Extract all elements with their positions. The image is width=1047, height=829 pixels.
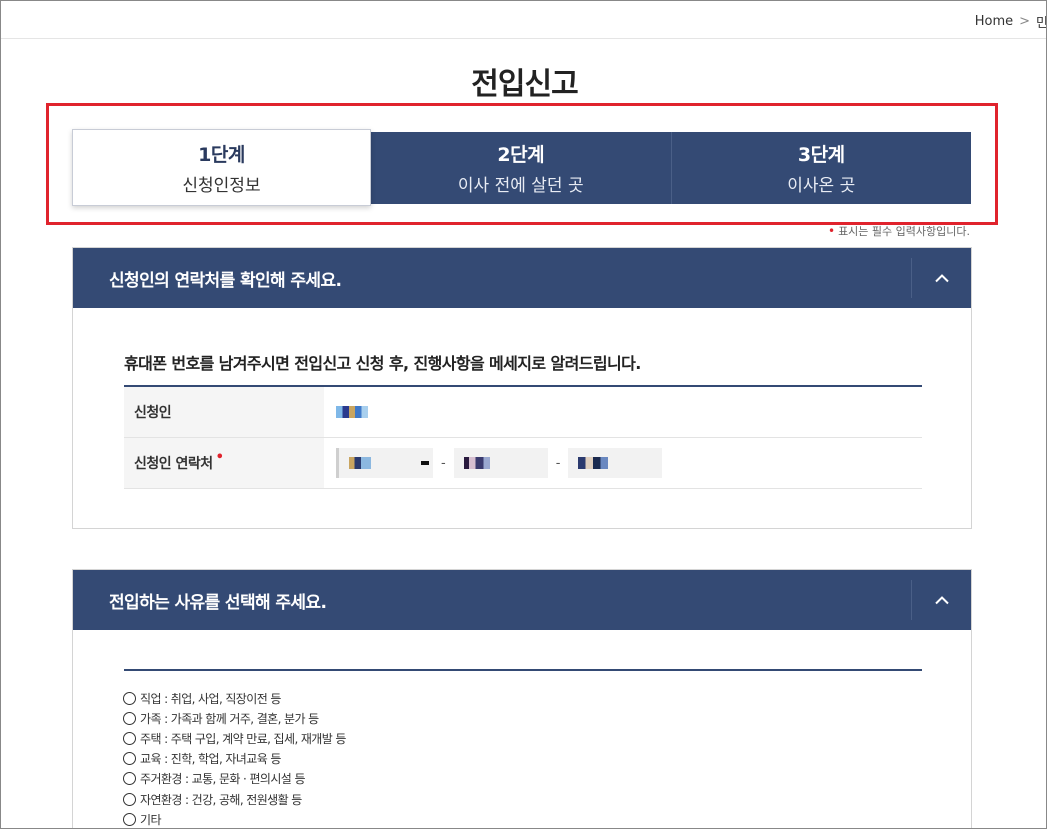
section-header: 전입하는 사유를 선택해 주세요. bbox=[73, 570, 971, 630]
step-label: 신청인정보 bbox=[182, 175, 261, 196]
step-label: 이사온 곳 bbox=[787, 176, 856, 196]
reason-option-education[interactable]: 교육 : 진학, 학업, 자녀교육 등 bbox=[123, 749, 346, 769]
required-mark: • bbox=[827, 224, 836, 238]
section-header: 신청인의 연락처를 확인해 주세요. bbox=[73, 248, 971, 308]
step-3-tab[interactable]: 3단계 이사온 곳 bbox=[672, 132, 972, 204]
contact-form-table: 신청인 신청인 연락처 • - - bbox=[124, 385, 922, 489]
reason-option-living-env[interactable]: 주거환경 : 교통, 문화 · 편의시설 등 bbox=[123, 769, 346, 789]
reason-option-housing[interactable]: 주택 : 주택 구입, 계약 만료, 집세, 재개발 등 bbox=[123, 728, 346, 748]
mask-gap bbox=[724, 441, 745, 485]
masked-phone-part-3 bbox=[578, 457, 609, 469]
step-1-tab[interactable]: 1단계 신청인정보 bbox=[72, 129, 371, 206]
chevron-up-icon bbox=[934, 596, 949, 605]
radio-unchecked-icon[interactable] bbox=[123, 731, 136, 745]
page-frame: Home > 민 전입신고 1단계 신청인정보 2단계 이사 전에 살던 곳 3… bbox=[0, 0, 1047, 829]
reason-option-family[interactable]: 가족 : 가족과 함께 거주, 결혼, 분가 등 bbox=[123, 708, 346, 728]
masked-phone-part-1 bbox=[349, 457, 371, 469]
radio-unchecked-icon[interactable] bbox=[123, 812, 136, 826]
phone-part-1-input[interactable] bbox=[336, 448, 433, 478]
chevron-up-icon bbox=[934, 274, 949, 283]
required-note-text: 표시는 필수 입력사항입니다. bbox=[838, 225, 970, 238]
step-number: 3단계 bbox=[797, 144, 845, 166]
chevron-right-icon: > bbox=[1019, 14, 1031, 29]
reason-option-other[interactable]: 기타 bbox=[123, 809, 346, 828]
section-title: 신청인의 연락처를 확인해 주세요. bbox=[109, 270, 342, 291]
phone-dash: - bbox=[555, 455, 561, 471]
radio-unchecked-icon[interactable] bbox=[123, 691, 136, 705]
page-title: 전입신고 bbox=[471, 67, 578, 102]
applicant-contact-section: 신청인의 연락처를 확인해 주세요. 휴대폰 번호를 남겨주시면 전입신고 신청… bbox=[72, 247, 972, 529]
masked-applicant-name bbox=[336, 406, 368, 418]
contact-intro-text: 휴대폰 번호를 남겨주시면 전입신고 신청 후, 진행사항을 메세지로 알려드립… bbox=[124, 354, 641, 373]
reason-option-label: 주거환경 : 교통, 문화 · 편의시설 등 bbox=[140, 772, 305, 787]
applicant-label-text: 신청인 bbox=[134, 405, 172, 421]
masked-phone-suffix bbox=[421, 461, 429, 465]
step-label: 이사 전에 살던 곳 bbox=[457, 176, 584, 196]
reason-option-label: 기타 bbox=[140, 812, 161, 827]
phone-input-group: - - bbox=[336, 441, 745, 485]
step-number: 1단계 bbox=[198, 143, 245, 166]
applicant-phone-label: 신청인 연락처 • bbox=[124, 438, 324, 488]
breadcrumb-home[interactable]: Home bbox=[975, 14, 1013, 29]
required-mark: • bbox=[215, 449, 224, 465]
phone-dash: - bbox=[441, 455, 446, 471]
collapse-toggle-button[interactable] bbox=[911, 580, 971, 620]
reason-option-label: 자연환경 : 건강, 공해, 전원생활 등 bbox=[140, 792, 302, 807]
radio-unchecked-icon[interactable] bbox=[123, 752, 136, 766]
reason-option-label: 주택 : 주택 구입, 계약 만료, 집세, 재개발 등 bbox=[140, 731, 346, 746]
reason-options: 직업 : 취업, 사업, 직장이전 등 가족 : 가족과 함께 거주, 결혼, … bbox=[123, 688, 346, 828]
applicant-label: 신청인 bbox=[124, 387, 324, 437]
phone-part-3-input[interactable] bbox=[568, 448, 663, 478]
radio-unchecked-icon[interactable] bbox=[123, 772, 136, 786]
applicant-value bbox=[324, 387, 922, 437]
phone-part-2-input[interactable] bbox=[453, 448, 548, 478]
move-reason-section: 전입하는 사유를 선택해 주세요. 직업 : 취업, 사업, 직장이전 등 가족… bbox=[72, 569, 972, 828]
masked-phone-part-2 bbox=[463, 457, 490, 469]
applicant-phone-value: - - bbox=[324, 438, 922, 488]
applicant-phone-label-text: 신청인 연락처 bbox=[134, 456, 213, 472]
reason-option-natural-env[interactable]: 자연환경 : 건강, 공해, 전원생활 등 bbox=[123, 789, 346, 809]
reason-option-label: 직업 : 취업, 사업, 직장이전 등 bbox=[140, 691, 281, 706]
step-indicator: 1단계 신청인정보 2단계 이사 전에 살던 곳 3단계 이사온 곳 bbox=[72, 129, 972, 206]
breadcrumb: Home > 민 bbox=[975, 12, 1046, 31]
applicant-phone-row: 신청인 연락처 • - - bbox=[124, 438, 922, 489]
radio-unchecked-icon[interactable] bbox=[123, 792, 136, 806]
required-note: • 표시는 필수 입력사항입니다. bbox=[828, 223, 970, 239]
section-divider bbox=[124, 669, 922, 671]
applicant-row: 신청인 bbox=[124, 387, 922, 438]
step-2-tab[interactable]: 2단계 이사 전에 살던 곳 bbox=[371, 132, 672, 204]
reason-option-label: 가족 : 가족과 함께 거주, 결혼, 분가 등 bbox=[140, 711, 319, 726]
section-title: 전입하는 사유를 선택해 주세요. bbox=[109, 592, 327, 613]
reason-option-job[interactable]: 직업 : 취업, 사업, 직장이전 등 bbox=[123, 688, 346, 708]
collapse-toggle-button[interactable] bbox=[911, 258, 971, 298]
step-number: 2단계 bbox=[497, 144, 545, 166]
top-bar: Home > 민 bbox=[1, 1, 1046, 39]
reason-option-label: 교육 : 진학, 학업, 자녀교육 등 bbox=[140, 752, 281, 767]
radio-unchecked-icon[interactable] bbox=[123, 711, 136, 725]
breadcrumb-next[interactable]: 민 bbox=[1036, 12, 1046, 31]
